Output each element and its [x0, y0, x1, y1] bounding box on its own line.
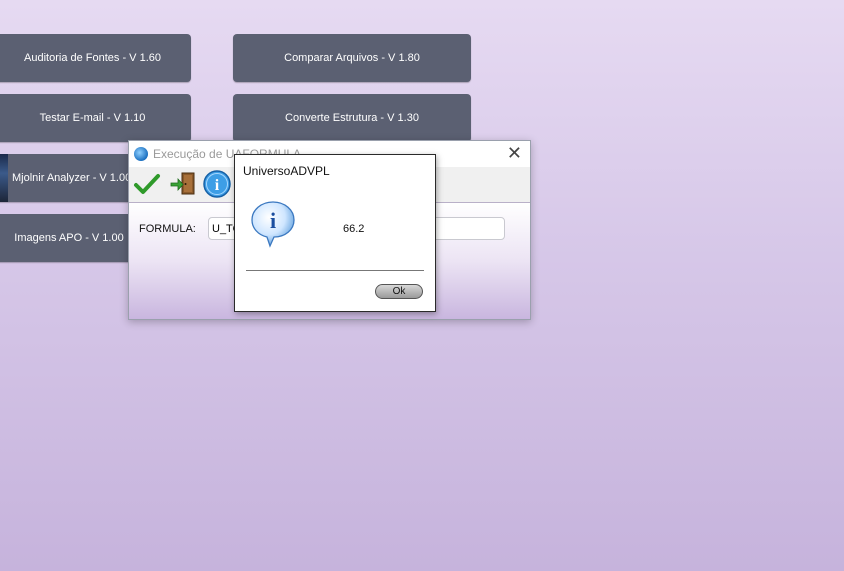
close-icon[interactable]: ✕: [507, 144, 522, 162]
formula-label: FORMULA:: [139, 223, 196, 235]
mjolnir-thumbnail: [0, 154, 8, 202]
check-icon[interactable]: [133, 170, 161, 203]
dialog-value: 66.2: [343, 223, 365, 235]
auditoria-de-fontes-button[interactable]: Auditoria de Fontes - V 1.60: [0, 34, 191, 82]
imagens-apo-button[interactable]: Imagens APO - V 1.00: [0, 214, 144, 262]
info-icon[interactable]: i: [202, 169, 232, 204]
info-bubble-icon: i: [249, 200, 297, 253]
exit-door-icon[interactable]: [169, 170, 197, 203]
converte-estrutura-button[interactable]: Converte Estrutura - V 1.30: [233, 94, 471, 142]
comparar-arquivos-button[interactable]: Comparar Arquivos - V 1.80: [233, 34, 471, 82]
testar-email-button[interactable]: Testar E-mail - V 1.10: [0, 94, 191, 142]
mjolnir-analyzer-button[interactable]: Mjolnir Analyzer - V 1.00: [0, 154, 144, 202]
dialog-title: UniversoADVPL: [243, 164, 330, 178]
message-dialog: UniversoADVPL i 66.2 Ok: [234, 154, 436, 312]
svg-text:i: i: [215, 177, 220, 194]
svg-text:i: i: [270, 208, 276, 233]
ok-button[interactable]: Ok: [375, 284, 423, 299]
app-logo-icon: [134, 147, 148, 161]
dialog-separator: [246, 270, 424, 271]
